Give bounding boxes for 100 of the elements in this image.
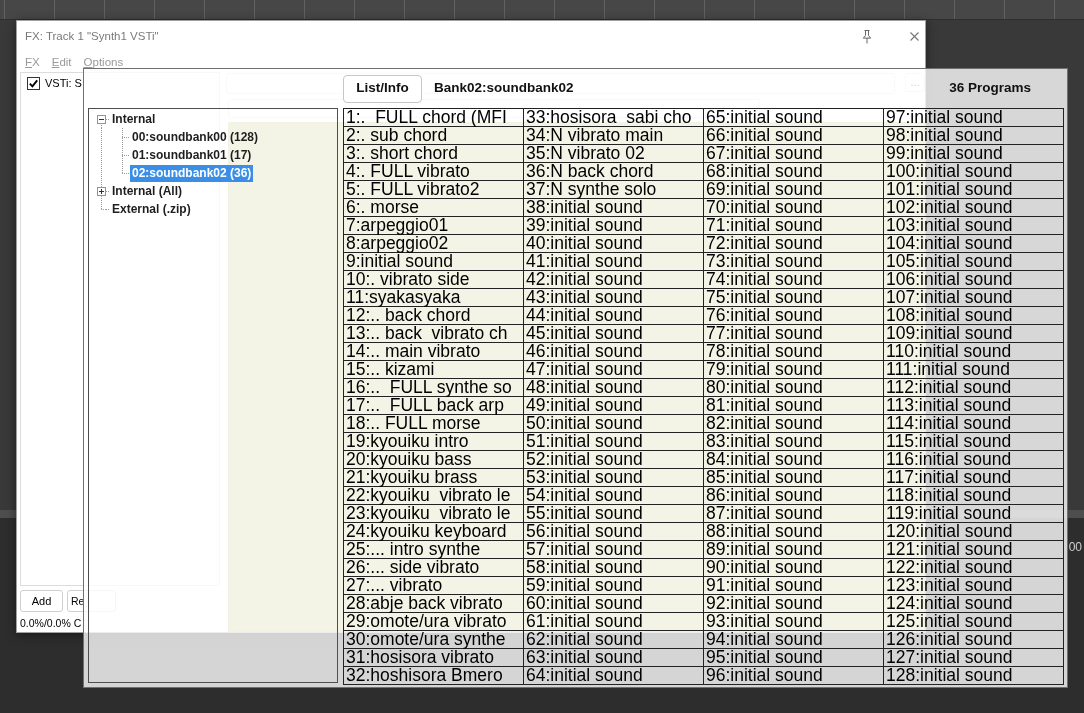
tree-item[interactable]: Internal — [110, 110, 158, 128]
program-list-item[interactable]: 86:initial sound — [704, 487, 884, 505]
tree-item[interactable]: 01:soundbank01 (17) — [130, 146, 254, 164]
program-list-item[interactable]: 45:initial sound — [524, 325, 704, 343]
program-list-item[interactable]: 65:initial sound — [704, 109, 884, 127]
program-list-item[interactable]: 12:.. back chord — [344, 307, 524, 325]
program-list-item[interactable]: 32:hoshisora Bmero — [344, 667, 524, 685]
program-list-item[interactable]: 18:.. FULL morse — [344, 415, 524, 433]
program-list-item[interactable]: 78:initial sound — [704, 343, 884, 361]
program-list-item[interactable]: 97:initial sound — [884, 109, 1064, 127]
program-list-item[interactable]: 30:omote/ura synthe — [344, 631, 524, 649]
program-list-item[interactable]: 16:.. FULL synthe so — [344, 379, 524, 397]
add-button[interactable]: Add — [20, 590, 63, 612]
program-list-item[interactable]: 23:kyouiku vibrato le — [344, 505, 524, 523]
program-list-item[interactable]: 74:initial sound — [704, 271, 884, 289]
program-list-item[interactable]: 3:. short chord — [344, 145, 524, 163]
program-list-item[interactable]: 68:initial sound — [704, 163, 884, 181]
program-list-item[interactable]: 66:initial sound — [704, 127, 884, 145]
collapse-icon[interactable] — [97, 114, 106, 124]
program-list-item[interactable]: 119:initial sound — [884, 505, 1064, 523]
program-list-item[interactable]: 39:initial sound — [524, 217, 704, 235]
program-list-item[interactable]: 58:initial sound — [524, 559, 704, 577]
program-list-item[interactable]: 57:initial sound — [524, 541, 704, 559]
program-list-item[interactable]: 27:... vibrato — [344, 577, 524, 595]
program-list-item[interactable]: 47:initial sound — [524, 361, 704, 379]
program-list-item[interactable]: 13:.. back vibrato ch — [344, 325, 524, 343]
program-list-item[interactable]: 22:kyouiku vibrato le — [344, 487, 524, 505]
program-list-item[interactable]: 76:initial sound — [704, 307, 884, 325]
program-list-item[interactable]: 38:initial sound — [524, 199, 704, 217]
program-list-item[interactable]: 51:initial sound — [524, 433, 704, 451]
program-list-item[interactable]: 128:initial sound — [884, 667, 1064, 685]
program-list-item[interactable]: 106:initial sound — [884, 271, 1064, 289]
program-list-item[interactable]: 89:initial sound — [704, 541, 884, 559]
program-list-item[interactable]: 28:abje back vibrato — [344, 595, 524, 613]
program-list-item[interactable]: 8:arpeggio02 — [344, 235, 524, 253]
program-list-item[interactable]: 33:hosisora sabi cho — [524, 109, 704, 127]
program-list-item[interactable]: 49:initial sound — [524, 397, 704, 415]
program-list-item[interactable]: 96:initial sound — [704, 667, 884, 685]
program-list-item[interactable]: 35:N vibrato 02 — [524, 145, 704, 163]
program-list-item[interactable]: 17:.. FULL back arp — [344, 397, 524, 415]
program-list-item[interactable]: 34:N vibrato main — [524, 127, 704, 145]
program-list-item[interactable]: 102:initial sound — [884, 199, 1064, 217]
program-list-item[interactable]: 25:... intro synthe — [344, 541, 524, 559]
program-list-item[interactable]: 79:initial sound — [704, 361, 884, 379]
tree-item[interactable]: 00:soundbank00 (128) — [130, 128, 261, 146]
program-list-item[interactable]: 50:initial sound — [524, 415, 704, 433]
program-list-item[interactable]: 2:. sub chord — [344, 127, 524, 145]
program-list-item[interactable]: 105:initial sound — [884, 253, 1064, 271]
program-list-item[interactable]: 14:.. main vibrato — [344, 343, 524, 361]
program-list-item[interactable]: 21:kyouiku brass — [344, 469, 524, 487]
program-list-item[interactable]: 20:kyouiku bass — [344, 451, 524, 469]
program-list-item[interactable]: 15:.. kizami — [344, 361, 524, 379]
program-list-item[interactable]: 67:initial sound — [704, 145, 884, 163]
program-list-item[interactable]: 56:initial sound — [524, 523, 704, 541]
program-list-item[interactable]: 116:initial sound — [884, 451, 1064, 469]
program-list-item[interactable]: 118:initial sound — [884, 487, 1064, 505]
program-list-item[interactable]: 41:initial sound — [524, 253, 704, 271]
program-list-item[interactable]: 109:initial sound — [884, 325, 1064, 343]
program-list-item[interactable]: 127:initial sound — [884, 649, 1064, 667]
program-list-item[interactable]: 93:initial sound — [704, 613, 884, 631]
checkbox[interactable] — [27, 77, 40, 90]
program-list-item[interactable]: 55:initial sound — [524, 505, 704, 523]
program-list-item[interactable]: 115:initial sound — [884, 433, 1064, 451]
program-list-item[interactable]: 29:omote/ura vibrato — [344, 613, 524, 631]
program-list-item[interactable]: 87:initial sound — [704, 505, 884, 523]
program-list-item[interactable]: 85:initial sound — [704, 469, 884, 487]
program-list-item[interactable]: 98:initial sound — [884, 127, 1064, 145]
program-list-item[interactable]: 103:initial sound — [884, 217, 1064, 235]
program-list-item[interactable]: 92:initial sound — [704, 595, 884, 613]
program-list-item[interactable]: 108:initial sound — [884, 307, 1064, 325]
program-list-item[interactable]: 120:initial sound — [884, 523, 1064, 541]
program-list-item[interactable]: 59:initial sound — [524, 577, 704, 595]
program-list-item[interactable]: 122:initial sound — [884, 559, 1064, 577]
program-list-item[interactable]: 36:N back chord — [524, 163, 704, 181]
program-list-item[interactable]: 124:initial sound — [884, 595, 1064, 613]
program-list-item[interactable]: 64:initial sound — [524, 667, 704, 685]
program-list-item[interactable]: 63:initial sound — [524, 649, 704, 667]
program-list-item[interactable]: 69:initial sound — [704, 181, 884, 199]
program-list-item[interactable]: 1:. FULL chord (MFI — [344, 109, 524, 127]
program-list-item[interactable]: 52:initial sound — [524, 451, 704, 469]
program-list-item[interactable]: 95:initial sound — [704, 649, 884, 667]
program-list-item[interactable]: 100:initial sound — [884, 163, 1064, 181]
program-list-item[interactable]: 101:initial sound — [884, 181, 1064, 199]
program-list-item[interactable]: 42:initial sound — [524, 271, 704, 289]
program-list-item[interactable]: 83:initial sound — [704, 433, 884, 451]
program-list-item[interactable]: 80:initial sound — [704, 379, 884, 397]
program-list-item[interactable]: 9:initial sound — [344, 253, 524, 271]
program-list-item[interactable]: 43:initial sound — [524, 289, 704, 307]
program-list-item[interactable]: 44:initial sound — [524, 307, 704, 325]
fx-list-item[interactable]: VSTi: S — [27, 76, 82, 91]
program-list-item[interactable]: 121:initial sound — [884, 541, 1064, 559]
list-info-button[interactable]: List/Info — [343, 74, 422, 103]
program-list-item[interactable]: 26:... side vibrato — [344, 559, 524, 577]
program-list-item[interactable]: 117:initial sound — [884, 469, 1064, 487]
tree-item[interactable]: External (.zip) — [110, 200, 193, 218]
program-list-item[interactable]: 53:initial sound — [524, 469, 704, 487]
program-list-item[interactable]: 99:initial sound — [884, 145, 1064, 163]
close-icon[interactable] — [910, 32, 919, 41]
program-list-item[interactable]: 5:. FULL vibrato2 — [344, 181, 524, 199]
program-list-item[interactable]: 114:initial sound — [884, 415, 1064, 433]
